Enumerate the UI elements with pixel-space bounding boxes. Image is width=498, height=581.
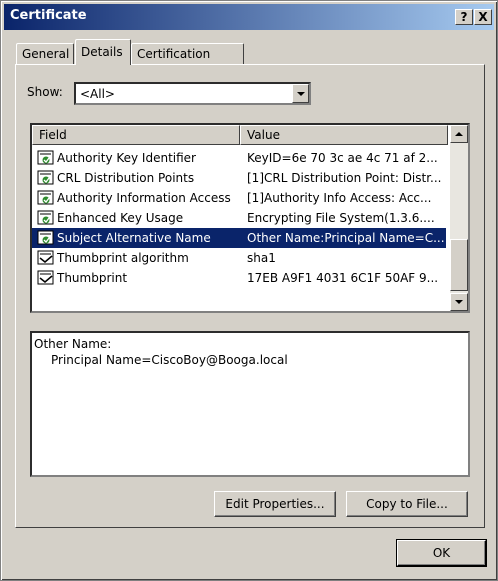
extension-icon (37, 150, 54, 165)
ok-button[interactable]: OK (397, 540, 486, 566)
field-value: sha1 (247, 251, 276, 265)
extension-icon (37, 230, 54, 245)
list-scrollbar[interactable] (450, 125, 468, 311)
title-bar[interactable]: Certificate ? X (4, 4, 494, 30)
tab-details[interactable]: Details (75, 39, 131, 65)
field-name: CRL Distribution Points (57, 171, 195, 185)
list-row-crl-distribution-points[interactable]: CRL Distribution Points [1]CRL Distribut… (32, 168, 446, 188)
scroll-thumb[interactable] (450, 239, 468, 291)
certificate-dialog: Certificate ? X General Details Certific… (0, 0, 498, 581)
field-list[interactable]: Field Value Authority Key Identifier Key… (30, 123, 470, 313)
field-value: Encrypting File System(1.3.6.... (247, 211, 435, 225)
detail-line-1: Other Name: (34, 337, 112, 351)
show-dropdown-value: <All> (80, 87, 115, 101)
scroll-up-button[interactable] (450, 125, 468, 143)
edit-properties-button[interactable]: Edit Properties... (214, 491, 336, 517)
field-name: Enhanced Key Usage (57, 211, 184, 225)
field-name: Thumbprint algorithm (57, 251, 189, 265)
field-value: [1]CRL Distribution Point: Distr... (247, 171, 442, 185)
field-name: Authority Key Identifier (57, 151, 196, 165)
field-name: Authority Information Access (57, 191, 231, 205)
field-value: [1]Authority Info Access: Acc... (247, 191, 432, 205)
list-row-authority-key-identifier[interactable]: Authority Key Identifier KeyID=6e 70 3c … (32, 148, 446, 168)
chevron-down-icon (297, 92, 305, 96)
field-detail-box[interactable]: Other Name: Principal Name=CiscoBoy@Boog… (30, 331, 470, 477)
show-dropdown[interactable]: <All> (74, 82, 311, 105)
show-label: Show: (27, 85, 63, 99)
field-value: Other Name:Principal Name=C... (247, 231, 444, 245)
column-header-value[interactable]: Value (240, 125, 448, 145)
extension-icon (37, 170, 54, 185)
property-icon (37, 250, 54, 265)
column-header-field[interactable]: Field (32, 125, 240, 145)
field-value: KeyID=6e 70 3c ae 4c 71 af 2... (247, 151, 438, 165)
field-value: 17EB A9F1 4031 6C1F 50AF 9... (247, 271, 439, 285)
detail-line-2: Principal Name=CiscoBoy@Booga.local (51, 353, 288, 367)
field-name: Thumbprint (57, 271, 128, 285)
scroll-down-button[interactable] (450, 293, 468, 311)
arrow-down-icon (455, 300, 463, 304)
window-title: Certificate (10, 8, 87, 23)
copy-to-file-button[interactable]: Copy to File... (346, 491, 468, 517)
dropdown-arrow-button[interactable] (292, 84, 309, 103)
list-row-authority-information-access[interactable]: Authority Information Access [1]Authorit… (32, 188, 446, 208)
tab-certification-path[interactable]: Certification Path (131, 43, 244, 81)
close-button[interactable]: X (474, 9, 492, 25)
property-icon (37, 270, 54, 285)
list-row-subject-alternative-name[interactable]: Subject Alternative Name Other Name:Prin… (32, 228, 446, 248)
list-header: Field Value (32, 125, 448, 145)
list-row-enhanced-key-usage[interactable]: Enhanced Key Usage Encrypting File Syste… (32, 208, 446, 228)
list-row-thumbprint[interactable]: Thumbprint 17EB A9F1 4031 6C1F 50AF 9... (32, 268, 446, 288)
arrow-up-icon (455, 132, 463, 136)
list-row-thumbprint-algorithm[interactable]: Thumbprint algorithm sha1 (32, 248, 446, 268)
help-button[interactable]: ? (455, 9, 473, 25)
tab-general[interactable]: General (16, 43, 74, 65)
field-name: Subject Alternative Name (57, 231, 211, 245)
extension-icon (37, 190, 54, 205)
extension-icon (37, 210, 54, 225)
